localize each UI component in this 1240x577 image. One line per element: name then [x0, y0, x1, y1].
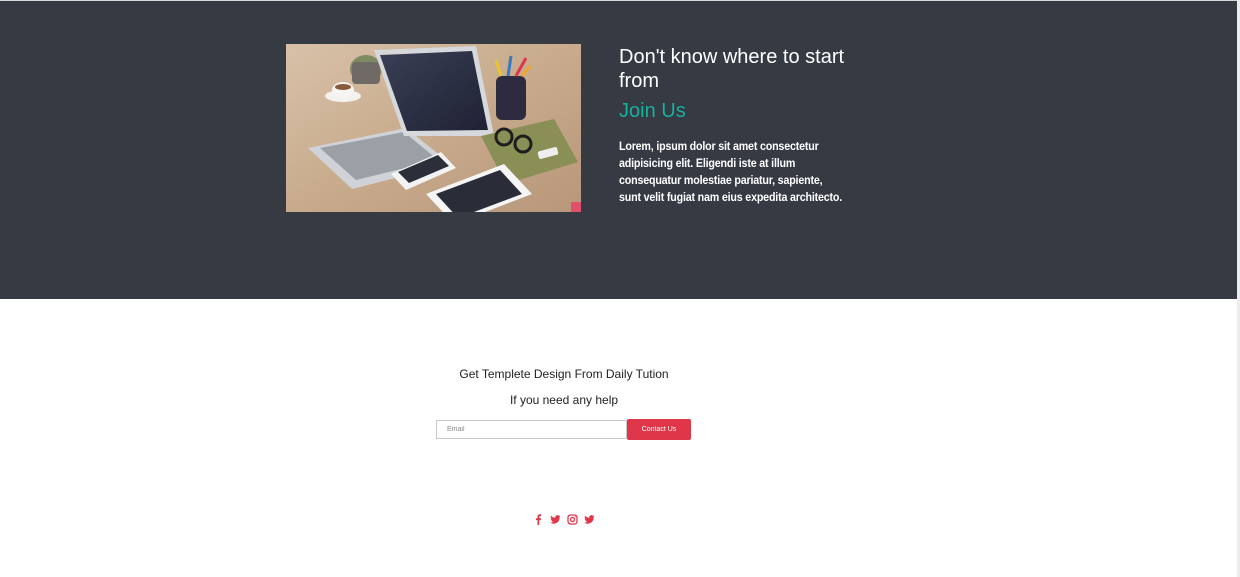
- hero-text-block: Don't know where to start from Join Us L…: [619, 45, 854, 207]
- hero-subtitle: Join Us: [619, 100, 686, 122]
- hero-image: [286, 44, 581, 212]
- hero-title: Don't know where to start from: [619, 46, 845, 92]
- hero-body-text: Lorem, ipsum dolor sit amet consectetur …: [619, 141, 843, 204]
- contact-cta: Get Templete Design From Daily Tution If…: [0, 366, 1128, 408]
- hero-section: Don't know where to start from Join Us L…: [0, 0, 1240, 299]
- cta-heading: Get Templete Design From Daily Tution: [459, 367, 669, 381]
- twitter-icon[interactable]: [550, 512, 561, 524]
- facebook-icon[interactable]: [533, 512, 544, 525]
- twitter-icon[interactable]: [584, 512, 595, 524]
- instagram-icon[interactable]: [567, 512, 578, 525]
- cta-subheading: If you need any help: [509, 393, 619, 407]
- contact-form: Contact Us: [436, 419, 691, 440]
- contact-us-button[interactable]: Contact Us: [627, 419, 691, 440]
- email-field[interactable]: [436, 420, 627, 439]
- page: Don't know where to start from Join Us L…: [0, 0, 1240, 577]
- social-links: [533, 511, 595, 525]
